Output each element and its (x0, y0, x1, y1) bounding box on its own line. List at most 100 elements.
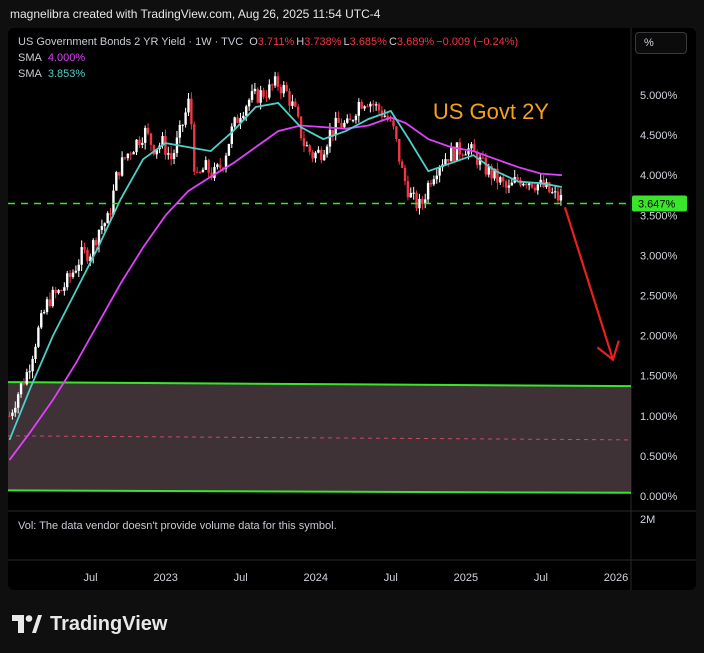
legend-sma-fast-row[interactable]: SMA 3.853% (18, 66, 520, 82)
candle-body (294, 101, 297, 107)
candle-body (77, 264, 80, 271)
candle-body (86, 249, 89, 262)
time-axis-label: 2025 (454, 572, 478, 584)
candle-body (198, 171, 202, 173)
candle-body (553, 191, 557, 193)
candle-body (245, 106, 248, 116)
candle-body (363, 106, 366, 109)
candle-body (398, 138, 401, 162)
candle-body (389, 120, 392, 122)
candle-body (366, 106, 369, 108)
candle-body (556, 191, 560, 201)
candle-body (242, 115, 245, 119)
candle-body (328, 129, 332, 147)
time-axis-label: 2024 (304, 572, 328, 584)
candle-body (126, 153, 130, 159)
candle-body (172, 153, 176, 160)
candle-body (100, 226, 104, 230)
support-zone-fill (8, 382, 631, 493)
candle-body (68, 273, 72, 277)
candle-body (357, 101, 361, 116)
price-axis-label: 5.000% (640, 90, 678, 102)
change-value: −0.009 (−0.24%) (436, 36, 519, 48)
candle-body (418, 198, 421, 209)
candle-body (340, 122, 343, 128)
candle-body (265, 96, 268, 98)
candle-body (262, 90, 265, 97)
candle-body (403, 167, 407, 182)
candle-body (247, 99, 251, 107)
candle-body (213, 166, 216, 179)
sma-slow-value: 4.000% (47, 52, 86, 64)
candle-body (346, 118, 349, 123)
candle-body (334, 117, 337, 136)
candle-body (54, 289, 57, 293)
candle-body (308, 145, 311, 152)
candle-body (409, 192, 412, 198)
legend-sma-slow-row[interactable]: SMA 4.000% (18, 50, 520, 66)
volume-axis-label: 2M (640, 514, 655, 526)
candle-body (11, 412, 14, 416)
sma-slow-label: SMA (18, 52, 42, 64)
chart-frame[interactable]: US Govt 2Y 5.000% 4.500% 4.000% 3.500% 3.000%… (8, 28, 696, 590)
price-chart[interactable]: US Govt 2Y 5.000% 4.500% 4.000% 3.500% 3.000%… (8, 28, 696, 590)
candle-body (311, 151, 314, 159)
chart-legend: US Government Bonds 2 YR Yield · 1W · TV… (18, 34, 520, 82)
candle-body (118, 172, 121, 176)
candle-body (22, 383, 26, 385)
candle-body (216, 164, 219, 167)
candle-body (109, 213, 112, 215)
candle-body (236, 117, 239, 123)
candle-body (42, 312, 46, 314)
candle-body (195, 171, 199, 173)
candle-body (525, 183, 528, 186)
candle-body (187, 98, 190, 113)
candle-body (481, 157, 485, 159)
candle-body (470, 144, 473, 149)
price-axis-label: 4.500% (640, 130, 678, 142)
candle-body (40, 313, 43, 328)
candle-body (271, 84, 274, 86)
candle-body (285, 84, 288, 92)
candle-body (51, 289, 55, 307)
candle-body (461, 154, 464, 156)
candle-body (530, 183, 534, 188)
candle-body (253, 88, 257, 92)
candle-body (115, 172, 118, 191)
time-axis-label: 2023 (153, 572, 177, 584)
time-axis-label: 2026 (604, 572, 628, 584)
candle-body (392, 120, 395, 127)
sma-fast-label: SMA (18, 68, 42, 80)
candle-body (129, 153, 132, 155)
symbol-name[interactable]: US Government Bonds 2 YR Yield · 1W · TV… (18, 34, 243, 50)
price-axis-label: 4.000% (640, 170, 678, 182)
candle-body (141, 142, 144, 145)
candle-body (406, 181, 410, 198)
candle-body (426, 183, 430, 200)
candle-body (83, 247, 86, 250)
legend-symbol-row: US Government Bonds 2 YR Yield · 1W · TV… (18, 34, 520, 50)
percent-scale-button[interactable]: % (635, 32, 687, 54)
candle-body (230, 126, 233, 144)
candle-body (135, 139, 138, 153)
candle-body (551, 192, 554, 194)
candle-body (354, 115, 358, 121)
candle-body (510, 182, 514, 186)
candle-body (372, 103, 375, 106)
candle-body (219, 164, 222, 168)
chart-annotation: US Govt 2Y (433, 99, 549, 124)
candle-body (348, 118, 352, 121)
candle-body (31, 358, 34, 372)
candle-body (14, 407, 17, 413)
price-axis-label: 3.500% (640, 210, 678, 222)
candle-body (374, 104, 378, 106)
candle-body (369, 103, 372, 107)
candle-body (343, 122, 346, 128)
candle-body (34, 346, 37, 359)
open-label: O (249, 36, 258, 48)
candle-body (288, 91, 291, 106)
candle-body (227, 143, 231, 156)
candle-body (63, 287, 66, 291)
candle-body (447, 159, 450, 162)
time-axis-label: Jul (84, 572, 98, 584)
